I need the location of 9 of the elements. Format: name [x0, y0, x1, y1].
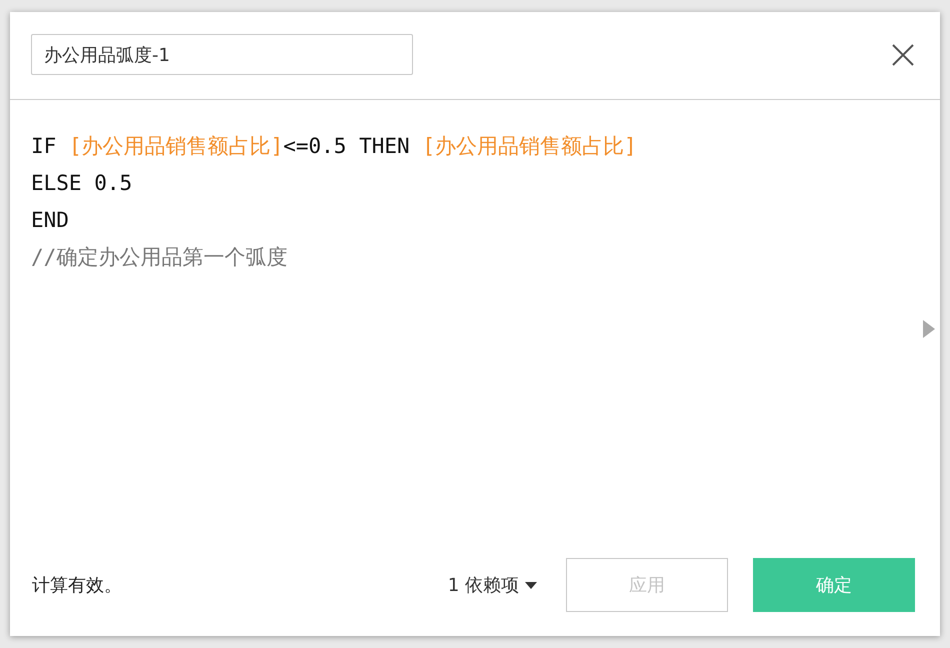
formula-line: ELSE 0.5 [31, 170, 132, 197]
calculation-name-field[interactable]: 办公用品弧度-1 [31, 34, 413, 75]
formula-line: //确定办公用品第一个弧度 [31, 244, 288, 271]
caret-icon [525, 582, 537, 588]
dependencies-dropdown[interactable]: 1 依赖项 [448, 572, 537, 598]
formula-line: IF [办公用品销售额占比]<=0.5 THEN [办公用品销售额占比] [31, 133, 637, 160]
close-icon[interactable] [891, 42, 915, 66]
status-text: 计算有效。 [32, 574, 122, 598]
formula-line: END [31, 207, 69, 234]
